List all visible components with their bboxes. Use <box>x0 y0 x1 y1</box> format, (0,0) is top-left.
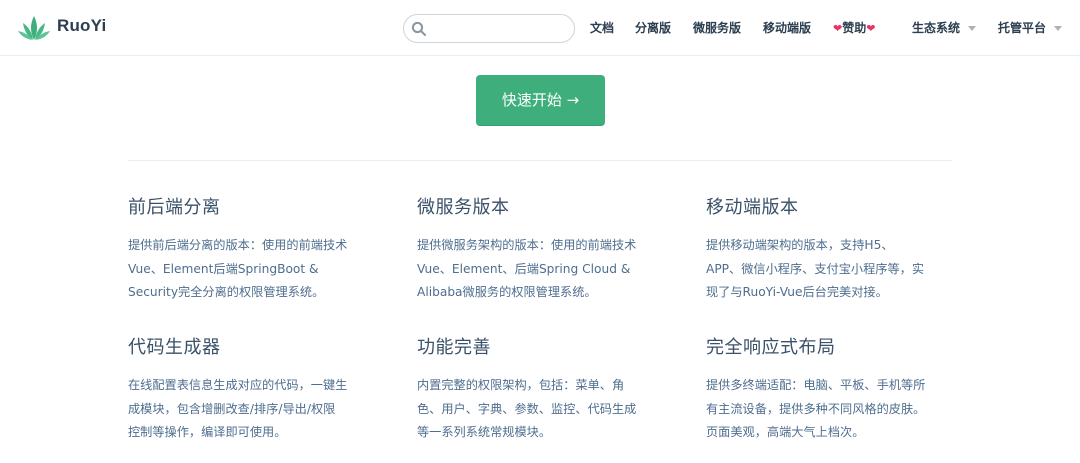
nav-ecosystem-label: 生态系统 <box>912 21 961 35</box>
nav-separated-version[interactable]: 分离版 <box>635 19 671 36</box>
feature-title: 微服务版本 <box>417 197 510 218</box>
quick-start-button[interactable]: 快速开始 → <box>476 75 605 126</box>
nav-hosting-label: 托管平台 <box>998 21 1047 35</box>
nav-docs[interactable]: 文档 <box>590 19 614 36</box>
chevron-down-icon <box>1054 26 1063 31</box>
feature-title: 功能完善 <box>417 337 491 358</box>
nav-ecosystem-dropdown[interactable]: 生态系统 <box>912 19 977 36</box>
feature-mobile: 移动端版本 提供移动端架构的版本，支持H5、 APP、微信小程序、支付宝小程序等，… <box>706 196 966 305</box>
nav-hosting-dropdown[interactable]: 托管平台 <box>998 19 1063 36</box>
feature-title: 代码生成器 <box>128 337 221 358</box>
nav-microservice-version[interactable]: 微服务版 <box>693 19 741 36</box>
feature-title: 前后端分离 <box>128 197 221 218</box>
feature-description: 提供前后端分离的版本：使用的前端技术 Vue、Element后端SpringBoo… <box>128 238 348 299</box>
nav-microservice-version-label: 微服务版 <box>693 21 742 35</box>
feature-description: 内置完整的权限架构，包括：菜单、角 色、用户、字典、参数、监控、代码生成 等一系列系… <box>417 378 637 439</box>
feature-description: 提供微服务架构的版本：使用的前端技术 Vue、Element、后端Spring C… <box>417 238 637 299</box>
feature-microservice: 微服务版本 提供微服务架构的版本：使用的前端技术 Vue、Element、后端Sp… <box>417 196 677 305</box>
nav-docs-label: 文档 <box>590 21 615 35</box>
feature-separated: 前后端分离 提供前后端分离的版本：使用的前端技术 Vue、Element后端Spr… <box>128 196 388 305</box>
feature-description: 提供移动端架构的版本，支持H5、 APP、微信小程序、支付宝小程序等，实 现了与Ru… <box>706 238 925 299</box>
nav-sponsor-label: 赞助 <box>842 21 867 35</box>
feature-description: 提供多终端适配：电脑、平板、手机等所 有主流设备，提供多种不同风格的皮肤。 页面美观… <box>706 378 926 439</box>
divider <box>128 160 952 161</box>
chevron-down-icon <box>968 26 977 31</box>
feature-responsive-layout: 完全响应式布局 提供多终端适配：电脑、平板、手机等所 有主流设备，提供多种不同风格… <box>706 336 966 445</box>
nav-sponsor[interactable]: ❤赞助❤ <box>833 19 875 36</box>
navbar: RuoYi 文档 分离版 微服务版 移动端版 ❤赞助❤ 生态系统 托管平台 <box>0 0 1080 56</box>
feature-code-generator: 代码生成器 在线配置表信息生成对应的代码，一键生 成模块，包含增删改查/排序/导出… <box>128 336 388 445</box>
feature-complete-functions: 功能完善 内置完整的权限架构，包括：菜单、角 色、用户、字典、参数、监控、代码生成… <box>417 336 677 445</box>
heart-icon: ❤ <box>866 22 876 35</box>
nav-separated-version-label: 分离版 <box>635 21 672 35</box>
nav-mobile-version-label: 移动端版 <box>763 21 812 35</box>
nav-links: 文档 分离版 微服务版 移动端版 ❤赞助❤ 生态系统 托管平台 <box>0 19 1080 39</box>
feature-description: 在线配置表信息生成对应的代码，一键生 成模块，包含增删改查/排序/导出/权限 控制等… <box>128 378 348 439</box>
nav-mobile-version[interactable]: 移动端版 <box>763 19 811 36</box>
feature-title: 移动端版本 <box>706 197 799 218</box>
feature-title: 完全响应式布局 <box>706 337 836 358</box>
heart-icon: ❤ <box>833 22 843 35</box>
